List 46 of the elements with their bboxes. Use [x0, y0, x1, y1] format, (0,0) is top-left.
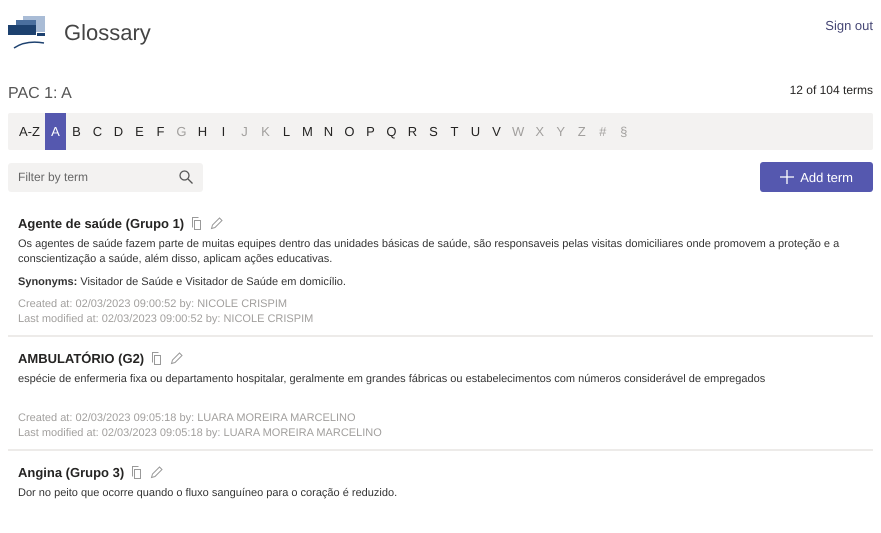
search-icon [179, 170, 193, 184]
sign-out-link[interactable]: Sign out [825, 10, 873, 33]
created-info: Created at: 02/03/2023 09:05:18 by: LUARA MOREIRA MARCELINO [18, 411, 357, 426]
term-name: AMBULATÓRIO (G2) [18, 351, 144, 366]
letter-tab[interactable]: I [212, 113, 234, 150]
term-synonyms: Synonyms: Visitador de Saúde e Visitador de Saúde em domicílio. [18, 276, 347, 288]
pencil-icon[interactable] [150, 466, 164, 479]
created-info: Created at: 02/03/2023 09:00:52 by: NICOLE CRISPIM [18, 297, 288, 312]
letter-tab[interactable]: D [108, 113, 129, 150]
letter-tab[interactable]: V [486, 113, 507, 150]
copy-icon[interactable] [151, 352, 164, 365]
term-name: Angina (Grupo 3) [18, 465, 124, 480]
letter-tab[interactable]: H [192, 113, 213, 150]
add-term-button[interactable]: Add term [760, 162, 873, 192]
letter-tab[interactable]: P [360, 113, 381, 150]
letter-tab[interactable]: U [464, 113, 486, 150]
letter-tab[interactable]: F [150, 113, 171, 150]
letter-tab[interactable]: C [86, 113, 108, 150]
letter-tab[interactable]: M [296, 113, 318, 150]
logo-icon [8, 16, 46, 50]
letter-tab[interactable]: T [444, 113, 465, 150]
letter-tab[interactable]: R [402, 113, 423, 150]
pencil-icon[interactable] [170, 352, 184, 365]
pencil-icon[interactable] [210, 217, 224, 230]
letter-tab[interactable]: O [338, 113, 360, 150]
letter-tab[interactable]: A [44, 113, 66, 150]
term-description: espécie de enfermeria fixa ou departamento hospitalar, geralmente em grandes fábricas ou estabelecimentos com números considerável de empregados [18, 372, 766, 387]
term-name: Agente de saúde (Grupo 1) [18, 216, 184, 231]
letter-tab[interactable]: A-Z [14, 113, 45, 150]
copy-icon[interactable] [191, 217, 204, 230]
letter-tab[interactable]: S [422, 113, 444, 150]
modified-info: Last modified at: 02/03/2023 09:05:18 by: LUARA MOREIRA MARCELINO [18, 426, 383, 441]
modified-info: Last modified at: 02/03/2023 09:00:52 by: NICOLE CRISPIM [18, 312, 314, 327]
term-description: Os agentes de saúde fazem parte de muitas equipes dentro das unidades básicas de saúde, são responsaveis pelas visitas domiciliares onde promovem a proteção e a conscientização a saúde, além disso, aplicam ações educativas. [18, 237, 840, 267]
letter-tab[interactable]: N [318, 113, 339, 150]
letter-tab[interactable]: L [276, 113, 297, 150]
term-count: 12 of 104 terms [790, 83, 873, 99]
letter-tab[interactable]: Q [380, 113, 402, 150]
copy-icon[interactable] [131, 466, 144, 479]
term-description: Dor no peito que ocorre quando o fluxo sanguíneo para o coração é reduzido. [18, 486, 398, 501]
page-title: Glossary [64, 20, 151, 46]
glossary-name: PAC 1: A [8, 85, 72, 103]
search-field[interactable]: Filter by term [8, 162, 203, 192]
plus-icon [780, 170, 794, 184]
letter-tab[interactable]: E [128, 113, 150, 150]
letter-tab[interactable]: B [66, 113, 87, 150]
